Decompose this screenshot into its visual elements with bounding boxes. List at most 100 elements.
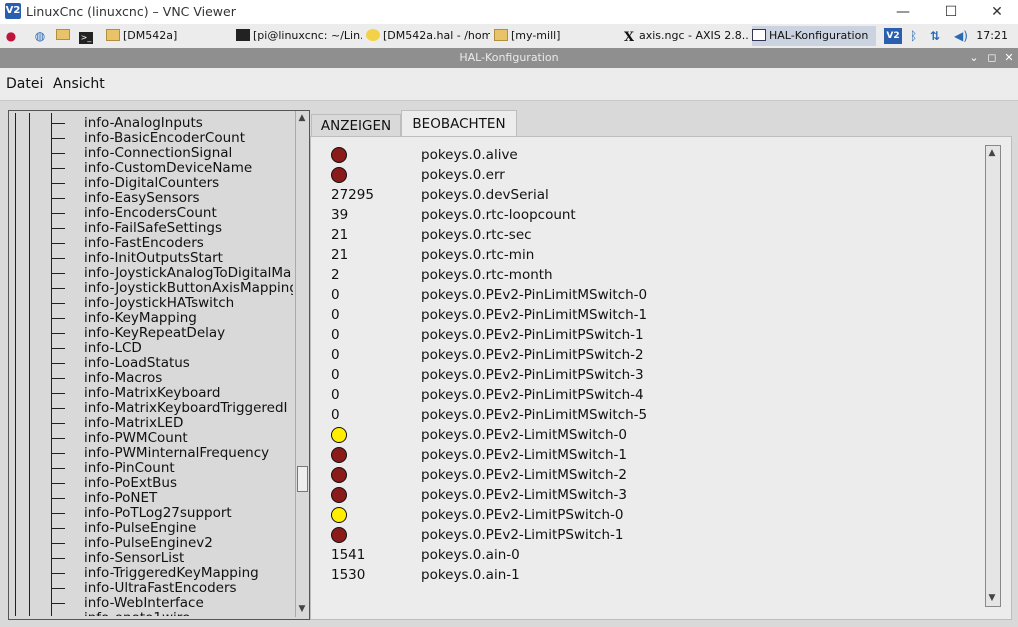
volume-icon[interactable]: ◀) (954, 28, 968, 44)
watch-pin-name: pokeys.0.rtc-sec (421, 227, 532, 243)
tree-item[interactable]: info-PoExtBus (11, 476, 293, 491)
tree-item-label: info-MatrixKeyboardTriggeredI (84, 400, 288, 416)
menu-datei[interactable]: Datei (6, 76, 43, 92)
tree-item[interactable]: info-JoystickButtonAxisMapping (11, 281, 293, 296)
tree-item[interactable]: info-LCD (11, 341, 293, 356)
tree-branch-line (51, 513, 65, 514)
tree-branch-line (51, 333, 65, 334)
network-icon[interactable]: ⇅ (930, 28, 940, 44)
tree-branch-line (51, 603, 65, 604)
tree-item[interactable]: info-KeyMapping (11, 311, 293, 326)
watch-row: 1530 pokeys.0.ain-1 (311, 565, 971, 585)
tree-item[interactable]: info-TriggeredKeyMapping (11, 566, 293, 581)
watch-row: 0 pokeys.0.PEv2-PinLimitMSwitch-5 (311, 405, 971, 425)
tree-item[interactable]: info-BasicEncoderCount (11, 131, 293, 146)
tree-item[interactable]: info-PWMinternalFrequency (11, 446, 293, 461)
tree-item[interactable]: info-PWMCount (11, 431, 293, 446)
maximize-button[interactable]: ☐ (928, 0, 974, 24)
tree-item[interactable]: info-PulseEnginev2 (11, 536, 293, 551)
watch-scrollbar[interactable]: ▲ ▼ (985, 145, 1001, 607)
watch-row: 0 pokeys.0.PEv2-PinLimitPSwitch-1 (311, 325, 971, 345)
watch-value: 1541 (331, 547, 366, 563)
tree-item[interactable]: info-DigitalCounters (11, 176, 293, 191)
tree-branch-line (51, 408, 65, 409)
tree-item[interactable]: info-MatrixKeyboard (11, 386, 293, 401)
tree-item[interactable]: info-Macros (11, 371, 293, 386)
tree-item-label: info-MatrixKeyboard (84, 385, 221, 401)
tree-item[interactable]: info-AnalogInputs (11, 116, 293, 131)
tree-item[interactable]: info-FailSafeSettings (11, 221, 293, 236)
tree-item[interactable]: info-EasySensors (11, 191, 293, 206)
browser-icon[interactable]: ◍ (32, 28, 48, 44)
tree-item[interactable]: info-WebInterface (11, 596, 293, 611)
tree-item[interactable]: info-SensorList (11, 551, 293, 566)
tree-item[interactable]: info-JoystickAnalogToDigitalMa (11, 266, 293, 281)
raspberry-menu-icon[interactable]: ● (3, 28, 19, 44)
tree-scrollbar[interactable]: ▲ ▼ (295, 111, 308, 617)
task-hal-editor[interactable]: [DM542a.hal - /hom... (366, 26, 490, 46)
menu-ansicht[interactable]: Ansicht (53, 76, 105, 92)
watch-value: 0 (331, 287, 340, 303)
scrollbar-thumb[interactable] (297, 466, 308, 492)
close-button[interactable]: ✕ (974, 0, 1018, 24)
tree-item[interactable]: info-MatrixLED (11, 416, 293, 431)
tree-branch-line (51, 273, 65, 274)
tree-item[interactable]: info-FastEncoders (11, 236, 293, 251)
watch-pin-name: pokeys.0.PEv2-PinLimitMSwitch-0 (421, 287, 648, 303)
tree-item[interactable]: info-InitOutputsStart (11, 251, 293, 266)
watch-pin-name: pokeys.0.PEv2-PinLimitPSwitch-1 (421, 327, 644, 343)
tab-anzeigen[interactable]: ANZEIGEN (311, 114, 401, 137)
watch-row: pokeys.0.PEv2-LimitMSwitch-3 (311, 485, 971, 505)
tree-item[interactable]: info-PoTLog27support (11, 506, 293, 521)
tree-branch-line (51, 573, 65, 574)
tree-branch-line (51, 348, 65, 349)
chevron-down-icon[interactable]: ⌄ (966, 48, 982, 68)
tree-item[interactable]: info-PinCount (11, 461, 293, 476)
scroll-up-icon[interactable]: ▲ (987, 147, 997, 159)
task-hal-konfiguration[interactable]: HAL-Konfiguration (752, 26, 876, 46)
watch-value: 27295 (331, 187, 374, 203)
tree-item[interactable]: info-PulseEngine (11, 521, 293, 536)
tree-item[interactable]: info-EncodersCount (11, 206, 293, 221)
led-on-indicator (331, 507, 347, 523)
tree-item[interactable]: info-MatrixKeyboardTriggeredI (11, 401, 293, 416)
tree-item[interactable]: info-CustomDeviceName (11, 161, 293, 176)
task-axis[interactable]: Xaxis.ngc - AXIS 2.8.... (624, 26, 748, 46)
task-my-mill-folder[interactable]: [my-mill] (494, 26, 620, 46)
watch-pin-name: pokeys.0.PEv2-PinLimitPSwitch-2 (421, 347, 644, 363)
terminal-launch-icon[interactable]: >_ (78, 28, 94, 44)
task-dm542a-folder[interactable]: [DM542a] (106, 26, 230, 46)
tree-item-label: info-SensorList (84, 550, 185, 566)
tree-item[interactable]: info-ConnectionSignal (11, 146, 293, 161)
tree-item[interactable]: info-JoystickHATswitch (11, 296, 293, 311)
window-icon (752, 29, 766, 41)
watch-pin-name: pokeys.0.PEv2-LimitMSwitch-1 (421, 447, 627, 463)
tree-item[interactable]: info-PoNET (11, 491, 293, 506)
file-manager-icon[interactable] (55, 28, 71, 44)
vnc-tray-icon[interactable]: V2 (884, 28, 902, 44)
tree-item[interactable]: info-KeyRepeatDelay (11, 326, 293, 341)
task-terminal[interactable]: [pi@linuxcnc: ~/Lin... (236, 26, 362, 46)
tree-item-label: info-BasicEncoderCount (84, 130, 245, 146)
minimize-button[interactable]: — (880, 0, 926, 24)
tree-item[interactable]: info-LoadStatus (11, 356, 293, 371)
scroll-down-icon[interactable]: ▼ (987, 592, 997, 604)
app-maximize-icon[interactable]: ◻ (984, 48, 1000, 68)
watch-pin-name: pokeys.0.PEv2-PinLimitMSwitch-1 (421, 307, 648, 323)
app-close-icon[interactable]: ✕ (1001, 48, 1017, 68)
tree-branch-line (51, 168, 65, 169)
tree-item[interactable]: info-oneto1wire (11, 611, 293, 617)
tree-item-label: info-JoystickAnalogToDigitalMa (84, 265, 292, 281)
scroll-down-icon[interactable]: ▼ (297, 603, 307, 615)
scroll-up-icon[interactable]: ▲ (297, 112, 307, 124)
tree-item[interactable]: info-UltraFastEncoders (11, 581, 293, 596)
watch-value: 21 (331, 227, 349, 243)
watch-row: pokeys.0.PEv2-LimitPSwitch-1 (311, 525, 971, 545)
folder-icon (106, 29, 120, 41)
bluetooth-icon[interactable]: ᛒ (910, 28, 917, 44)
menu-bar: Datei Ansicht (0, 68, 1018, 101)
pin-tree[interactable]: info-AnalogInputs info-BasicEncoderCount i… (11, 113, 293, 616)
watch-row: 0 pokeys.0.PEv2-PinLimitPSwitch-4 (311, 385, 971, 405)
watch-pin-name: pokeys.0.PEv2-PinLimitPSwitch-3 (421, 367, 644, 383)
tab-beobachten[interactable]: BEOBACHTEN (401, 110, 517, 137)
